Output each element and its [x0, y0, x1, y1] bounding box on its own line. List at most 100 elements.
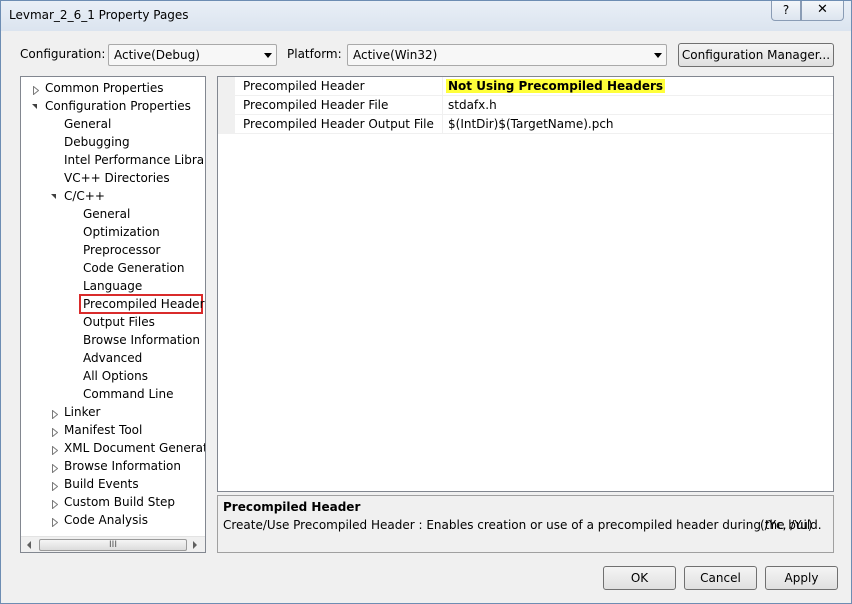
configuration-value: Active(Debug)	[114, 48, 200, 62]
tree-item-label: Language	[83, 279, 143, 293]
tree-item-label: Code Analysis	[64, 513, 148, 527]
tree-item[interactable]: General	[64, 115, 111, 133]
property-row[interactable]: Precompiled Header File stdafx.h	[218, 96, 833, 115]
tree-item[interactable]: Advanced	[83, 349, 142, 367]
window-title: Levmar_2_6_1 Property Pages	[9, 8, 189, 22]
tree-item-label: Intel Performance Libraries	[64, 153, 205, 167]
tree-item-label: Optimization	[83, 225, 160, 239]
expand-arrow-icon[interactable]	[52, 480, 59, 492]
tree-item-label: Browse Information	[83, 333, 200, 347]
scroll-right-icon[interactable]	[193, 541, 197, 549]
tree-item-label: Common Properties	[45, 81, 164, 95]
close-button[interactable]: ✕	[801, 1, 844, 21]
property-row[interactable]: Precompiled Header Output File $(IntDir)$…	[218, 115, 833, 134]
tree-item[interactable]: Debugging	[64, 133, 130, 151]
tree-item-label: VC++ Directories	[64, 171, 170, 185]
tree-item[interactable]: General	[83, 205, 130, 223]
tree-item[interactable]: VC++ Directories	[64, 169, 170, 187]
tree-item[interactable]: Build Events	[64, 475, 139, 493]
tree-item[interactable]: Configuration Properties	[45, 97, 191, 115]
expand-arrow-icon[interactable]	[52, 444, 59, 456]
tree-item[interactable]: Optimization	[83, 223, 160, 241]
tree-item[interactable]: C/C++	[64, 187, 105, 205]
tree-item-label: Debugging	[64, 135, 130, 149]
property-value[interactable]: stdafx.h	[448, 98, 497, 112]
tree-item-label: General	[83, 207, 131, 221]
tree-item-label: General	[64, 117, 112, 131]
property-pages-window: Levmar_2_6_1 Property Pages ? ✕ Configur…	[0, 0, 852, 604]
property-name: Precompiled Header	[243, 79, 365, 93]
tree-item[interactable]: Common Properties	[45, 79, 164, 97]
tree-item[interactable]: Intel Performance Libraries	[64, 151, 205, 169]
expand-arrow-icon[interactable]	[52, 408, 59, 420]
tree-item-label: Manifest Tool	[64, 423, 143, 437]
expand-arrow-icon[interactable]	[52, 426, 59, 438]
tree-item[interactable]: Command Line	[83, 385, 174, 403]
help-icon: ?	[782, 3, 790, 17]
tree-horizontal-scrollbar[interactable]: III	[21, 536, 205, 552]
configuration-dropdown[interactable]: Active(Debug)	[108, 44, 277, 66]
configuration-label: Configuration:	[20, 47, 106, 61]
description-flags: (/Yc, /Yu)	[760, 518, 813, 532]
row-gutter	[218, 115, 235, 134]
tree-item[interactable]: Custom Build Step	[64, 493, 175, 511]
tree-item[interactable]: Preprocessor	[83, 241, 160, 259]
expand-arrow-icon[interactable]	[52, 498, 59, 510]
tree-item-label: Precompiled Headers	[83, 297, 206, 311]
tree-item[interactable]: Output Files	[83, 313, 155, 331]
tree-item-label: Custom Build Step	[64, 495, 176, 509]
platform-dropdown[interactable]: Active(Win32)	[347, 44, 667, 66]
tree-item[interactable]: Code Analysis	[64, 511, 148, 529]
tree-item[interactable]: All Options	[83, 367, 148, 385]
chevron-down-icon	[654, 53, 662, 58]
tree-item[interactable]: Manifest Tool	[64, 421, 142, 439]
property-name: Precompiled Header Output File	[243, 117, 434, 131]
row-gutter	[218, 77, 235, 96]
expand-arrow-icon[interactable]	[52, 516, 59, 528]
tree-item-label: Command Line	[83, 387, 174, 401]
description-text: Create/Use Precompiled Header : Enables …	[223, 518, 822, 532]
tree-item-label: Linker	[64, 405, 101, 419]
property-grid: Precompiled Header Not Using Precompiled …	[217, 76, 834, 492]
column-divider	[442, 96, 443, 115]
property-value[interactable]: $(IntDir)$(TargetName).pch	[448, 117, 614, 131]
scroll-left-icon[interactable]	[27, 541, 31, 549]
column-divider	[442, 115, 443, 134]
title-bar[interactable]: Levmar_2_6_1 Property Pages ? ✕	[1, 1, 851, 31]
tree-item-label: Preprocessor	[83, 243, 161, 257]
scroll-thumb[interactable]: III	[39, 539, 187, 551]
chevron-down-icon	[264, 53, 272, 58]
expand-arrow-icon[interactable]	[33, 84, 40, 96]
cancel-button[interactable]: Cancel	[684, 566, 757, 590]
platform-label: Platform:	[287, 47, 342, 61]
tree-item[interactable]: XML Document Generator	[64, 439, 206, 457]
description-panel: Precompiled Header Create/Use Precompile…	[217, 495, 834, 553]
tree-item-label: C/C++	[64, 189, 105, 203]
tree-item-label: Output Files	[83, 315, 155, 329]
tree-item-label: Build Events	[64, 477, 139, 491]
tree-item[interactable]: Language	[83, 277, 142, 295]
collapse-arrow-icon[interactable]	[32, 104, 37, 109]
tree-item[interactable]: Code Generation	[83, 259, 184, 277]
property-value[interactable]: Not Using Precompiled Headers	[446, 79, 666, 93]
configuration-manager-button[interactable]: Configuration Manager...	[678, 43, 834, 67]
collapse-arrow-icon[interactable]	[51, 194, 56, 199]
tree-item-label: Advanced	[83, 351, 143, 365]
property-row[interactable]: Precompiled Header Not Using Precompiled …	[218, 77, 833, 96]
tree-item-label: Browse Information	[64, 459, 181, 473]
expand-arrow-icon[interactable]	[52, 462, 59, 474]
tree-item[interactable]: Browse Information	[83, 331, 200, 349]
platform-value: Active(Win32)	[353, 48, 438, 62]
ok-button[interactable]: OK	[603, 566, 676, 590]
tree-item-label: Code Generation	[83, 261, 185, 275]
apply-button[interactable]: Apply	[765, 566, 838, 590]
property-name: Precompiled Header File	[243, 98, 389, 112]
tree-item[interactable]: Precompiled Headers	[83, 295, 206, 313]
property-tree[interactable]: III Common Properties Configuration Prope…	[20, 76, 206, 553]
column-divider	[442, 77, 443, 96]
tree-item-label: XML Document Generator	[64, 441, 206, 455]
tree-item[interactable]: Linker	[64, 403, 100, 421]
tree-item[interactable]: Browse Information	[64, 457, 181, 475]
help-button[interactable]: ?	[771, 1, 801, 21]
tree-item-label: Configuration Properties	[45, 99, 191, 113]
